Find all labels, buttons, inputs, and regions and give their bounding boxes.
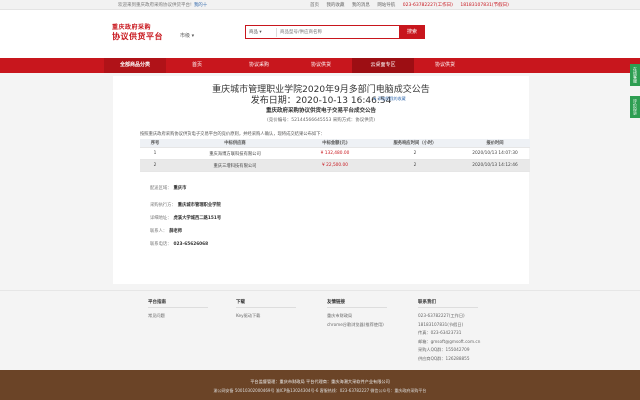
th-supplier: 中标供应商 <box>224 141 246 146</box>
phone-holiday: 18183107831(节假日) <box>460 3 509 8</box>
top-link-favorites[interactable]: 我的收藏 <box>326 3 344 8</box>
search-button[interactable]: 搜索 <box>399 24 425 39</box>
th-amount: 中标金额(元) <box>322 141 348 146</box>
welcome-text: 欢迎来到重庆政府采购协议供货平台! 我的十 <box>118 3 208 8</box>
footer-link-key-driver[interactable]: Key驱动下载 <box>236 312 296 321</box>
add-favorite-link[interactable]: ★添加到我的收藏 <box>373 96 406 102</box>
cell-supplier: 重庆三增科技有限公司 <box>213 163 257 169</box>
top-bar: 欢迎来到重庆政府采购协议供货平台! 我的十 首页 我的收藏 我的消息 网站导航 0… <box>0 0 640 10</box>
intro-text: 按照重庆政府采购协议供货电子交易平台的竞价原则，并经采购人确认，现将成交结果公布… <box>140 132 325 137</box>
login-link[interactable]: 我的十 <box>194 3 208 8</box>
announcement-panel: 重庆城市管理职业学院2020年9月多部门电脑成交公告 发布日期：2020-10-… <box>113 76 530 284</box>
top-link-sitemap[interactable]: 网站导航 <box>377 3 395 8</box>
cell-response: 2 <box>413 163 417 168</box>
top-link-messages[interactable]: 我的消息 <box>352 3 370 8</box>
detail-contact: 联系人： 薛老师 <box>150 229 183 234</box>
top-links: 首页 我的收藏 我的消息 网站导航 023-63782227(工作日) 1818… <box>310 2 515 8</box>
footer-guide: 平台指南 常见问题 <box>148 299 208 321</box>
icp-text: 渝公网安备 50010302000469号 渝ICP备13024304号-6 客… <box>213 388 427 393</box>
nav-agreement-purchase[interactable]: 协议采购 <box>228 58 290 73</box>
cell-amount: ¥ 22,500.00 <box>322 163 348 168</box>
star-icon: ★ <box>373 96 377 101</box>
online-service-button[interactable]: 在线客服 <box>630 64 640 86</box>
header: 重庆政府采购 协议供货平台 市级 ▾ 商品 ▾ 搜索 <box>0 10 640 58</box>
cell-response: 2 <box>413 151 417 156</box>
detail-phone: 联系电话： 023-65626068 <box>150 242 209 247</box>
table-row: 2 重庆三增科技有限公司 ¥ 22,500.00 2 2020/10/13 14… <box>140 160 530 172</box>
footer-contact: 联系我们 023-63782227(工作日) 18183107831(节假日) … <box>418 300 481 361</box>
th-time: 报价时间 <box>486 141 504 146</box>
cell-amount: ¥ 132,480.00 <box>320 151 350 156</box>
cell-time: 2020/10/13 14:07:30 <box>472 151 518 156</box>
main-nav: 全部商品分类 首页 协议采购 协议供货 云桌面专区 协议供货 <box>0 58 640 73</box>
top-link-home[interactable]: 首页 <box>310 3 319 8</box>
search-box: 商品 ▾ 搜索 <box>245 24 425 39</box>
bottom-bar: 平台监督管理：重庆市财政局 平台代理商：重庆海潮大采软件产业有限公司 渝公网安备… <box>0 370 640 400</box>
nav-home[interactable]: 首页 <box>166 58 228 73</box>
city-selector[interactable]: 市级 ▾ <box>180 32 194 39</box>
table-row: 1 重庆海博方联科技有限公司 ¥ 132,480.00 2 2020/10/13… <box>140 148 530 160</box>
nav-cloud-desktop[interactable]: 云桌面专区 <box>352 58 414 73</box>
result-table: 序号 中标供应商 中标金额(元) 服务响应时间（小时） 报价时间 1 重庆海博方… <box>140 139 530 172</box>
th-response: 服务响应时间（小时） <box>393 141 437 146</box>
buyer-details: 配送区域： 重庆市 采购执行方： 重庆城市管理职业学院 详细地址： 虎溪大学城西二路1… <box>150 185 450 254</box>
nav-all-categories[interactable]: 全部商品分类 <box>104 58 166 73</box>
cell-time: 2020/10/13 14:12:46 <box>472 163 518 168</box>
phone-workday: 023-63782227(工作日) <box>402 3 453 8</box>
chevron-down-icon: ▾ <box>191 33 195 39</box>
cell-index: 1 <box>153 151 157 156</box>
footer-friend-links: 友情链接 重庆市财政局 chrome谷歌浏览器(推荐使用) <box>327 299 387 329</box>
site-logo[interactable]: 重庆政府采购 协议供货平台 <box>112 22 170 44</box>
table-header: 序号 中标供应商 中标金额(元) 服务响应时间（小时） 报价时间 <box>140 139 530 148</box>
supervision-text: 平台监督管理：重庆市财政局 平台代理商：重庆海潮大采软件产业有限公司 <box>250 379 390 384</box>
search-input[interactable] <box>280 27 390 37</box>
footer: 平台指南 常见问题 下载 Key驱动下载 友情链接 重庆市财政局 chrome谷… <box>0 290 640 370</box>
cell-index: 2 <box>153 163 157 168</box>
cell-supplier: 重庆海博方联科技有限公司 <box>209 151 261 157</box>
footer-link-chrome[interactable]: chrome谷歌浏览器(推荐使用) <box>327 321 387 330</box>
search-scope-select[interactable]: 商品 ▾ <box>249 29 262 35</box>
footer-link-finance[interactable]: 重庆市财政局 <box>327 312 387 321</box>
nav-agreement-supply-2[interactable]: 协议供货 <box>414 58 476 73</box>
nav-agreement-supply[interactable]: 协议供货 <box>290 58 352 73</box>
footer-download: 下载 Key驱动下载 <box>236 299 296 321</box>
detail-buyer: 采购执行方： 重庆城市管理职业学院 <box>150 203 221 208</box>
footer-link-faq[interactable]: 常见问题 <box>148 312 208 321</box>
announcement-subtitle: 重庆政府采购协议供货电子交易平台成交公告 <box>265 108 376 114</box>
complaint-button[interactable]: 评价投诉 <box>630 96 640 118</box>
publish-date: 发布日期：2020-10-13 16:46:54 <box>250 96 392 106</box>
detail-address: 详细地址： 虎溪大学城西二路151号 <box>150 216 222 221</box>
detail-region: 配送区域： 重庆市 <box>150 186 187 191</box>
search-divider <box>276 28 277 37</box>
th-index: 序号 <box>150 141 160 146</box>
bid-meta: (竞价编号：52144566645553 采购方式：协议供货) <box>266 118 376 123</box>
